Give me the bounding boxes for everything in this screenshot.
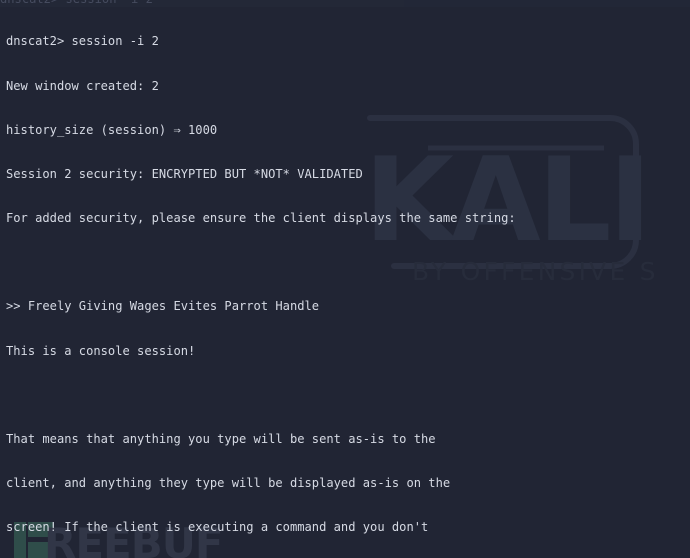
terminal-line: Session 2 security: ENCRYPTED BUT *NOT* …	[6, 166, 363, 181]
terminal-line: That means that anything you type will b…	[6, 431, 436, 446]
terminal-line: New window created: 2	[6, 78, 159, 93]
terminal-line: screen! If the client is executing a com…	[6, 520, 429, 535]
terminal-window[interactable]: dnscat2> session -i 2 KALI BY OFFENSIVE …	[0, 0, 690, 558]
terminal-line: This is a console session!	[6, 343, 196, 358]
terminal-line: client, and anything they type will be d…	[6, 476, 451, 490]
terminal-line-auth-string: >> Freely Giving Wages Evites Parrot Han…	[6, 299, 320, 314]
terminal-line: dnscat2> session -i 2	[6, 34, 159, 49]
terminal-output[interactable]: dnscat2> session -i 2 New window created…	[0, 0, 690, 558]
terminal-line: For added security, please ensure the cl…	[6, 211, 516, 226]
terminal-line: history_size (session) ⇒ 1000	[6, 122, 218, 137]
